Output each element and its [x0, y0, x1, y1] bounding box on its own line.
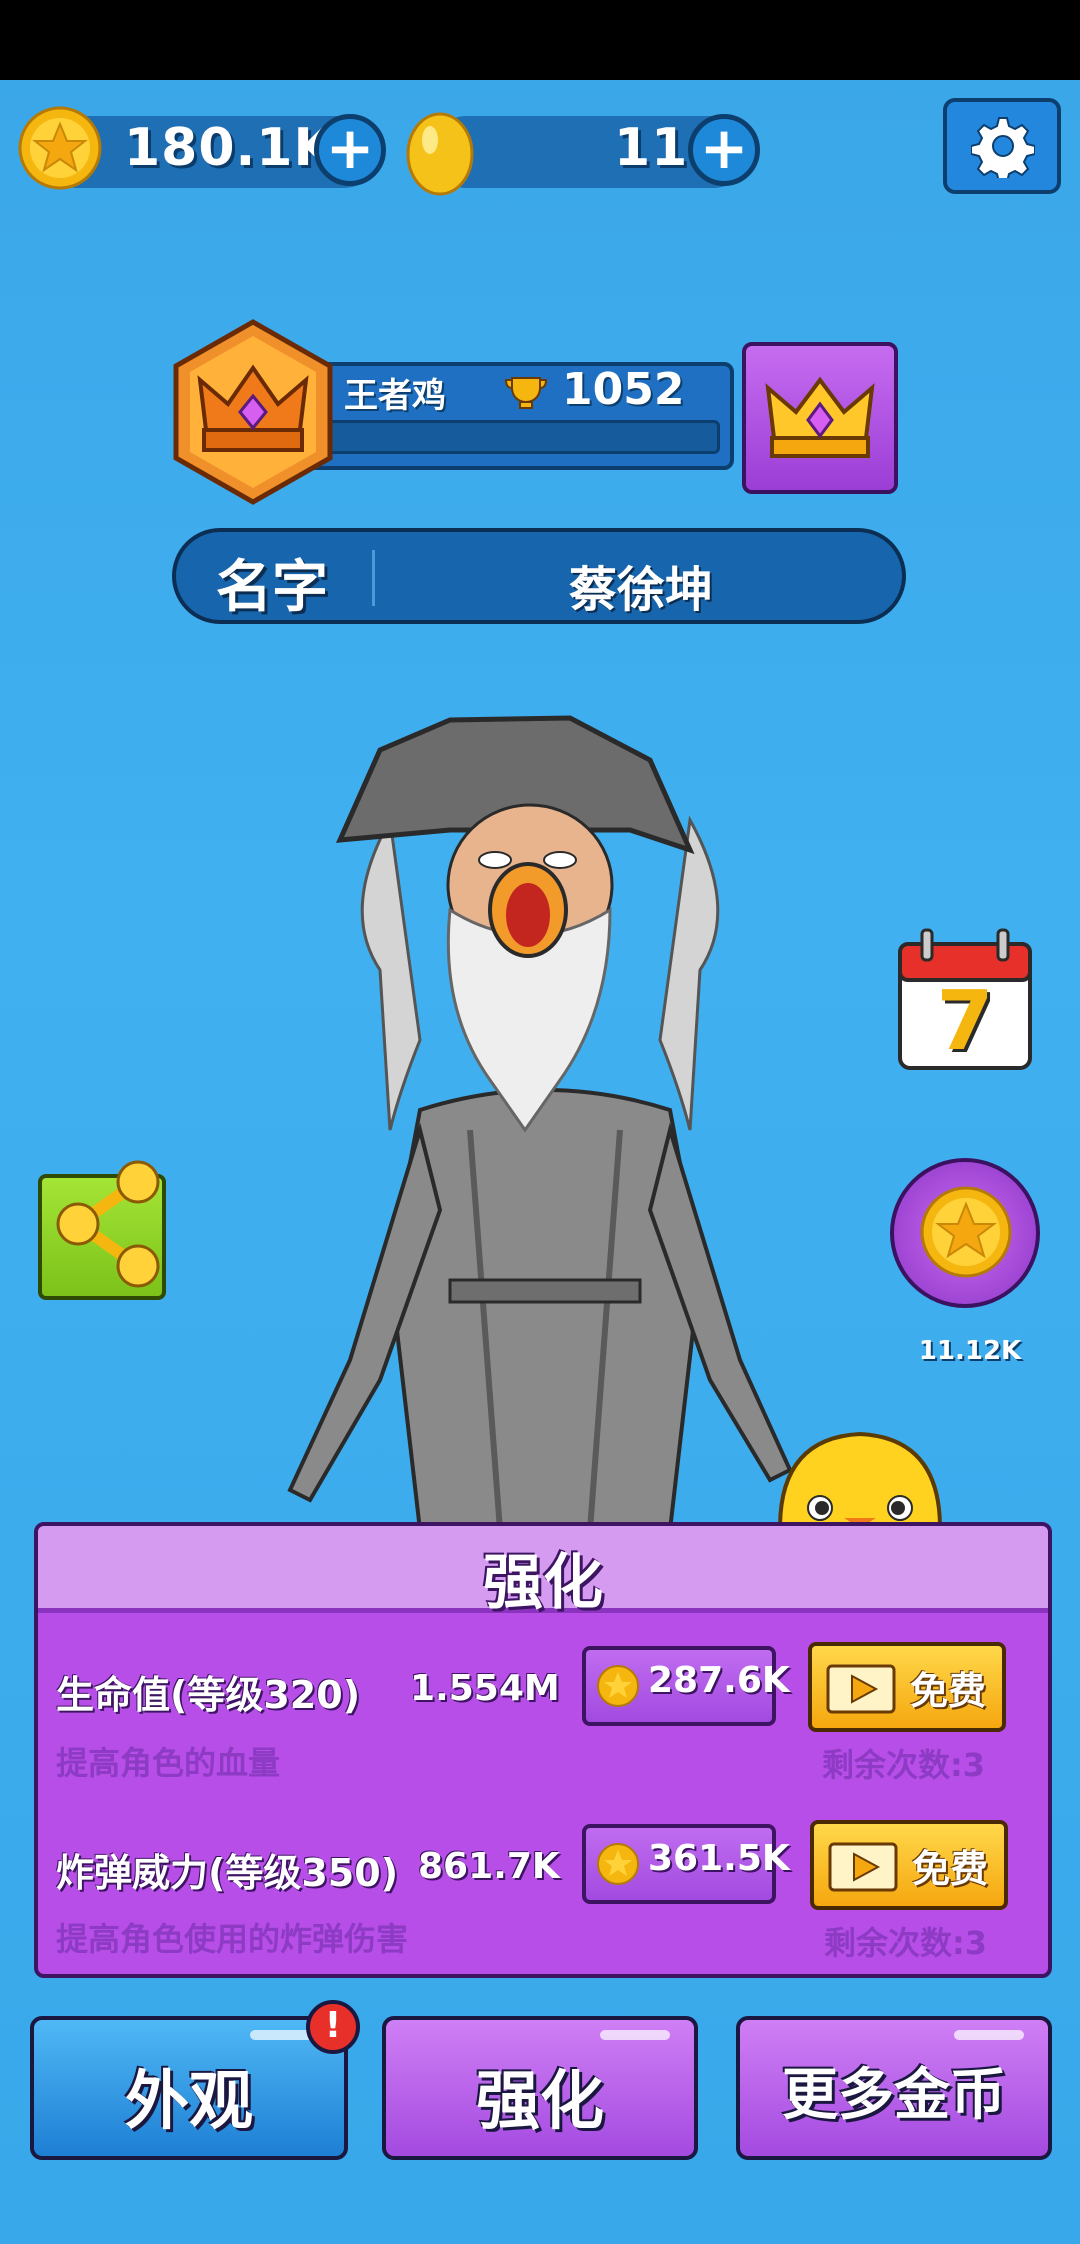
notification-alert-icon: ! — [306, 2000, 360, 2054]
upgrade-tab-button[interactable]: 强化 — [382, 2016, 698, 2160]
rank-badge-icon — [173, 319, 333, 505]
rank-name: 王者鸡 — [344, 376, 446, 416]
coin-amount: 180.1K — [124, 118, 335, 178]
more-coins-tab-button[interactable]: 更多金币 — [736, 2016, 1052, 2160]
crown-rank-button[interactable] — [742, 342, 898, 494]
name-bar[interactable]: 名字 蔡徐坤 — [172, 528, 906, 624]
hp-free-video-button[interactable]: 免费 — [808, 1642, 1006, 1732]
share-button[interactable] — [38, 1160, 166, 1300]
coin-reward-amount: 11.12K — [918, 1336, 1022, 1366]
star-coin-icon — [18, 106, 102, 190]
trophy-count: 1052 — [562, 364, 685, 415]
trophy-icon — [504, 377, 548, 409]
duck-pet — [777, 1431, 943, 1528]
hp-stat-desc: 提高角色的血量 — [56, 1744, 281, 1782]
player-level-bar: 王者鸡 1052 — [300, 362, 734, 470]
player-name: 蔡徐坤 — [568, 562, 713, 618]
appearance-tab-button[interactable]: 外观 — [30, 2016, 348, 2160]
upgrade-panel: 强化 生命值(等级320) 1.554M 提高角色的血量 287.6K 免费 剩… — [34, 1522, 1052, 1978]
bomb-free-video-button[interactable]: 免费 — [810, 1820, 1008, 1910]
coin-reward-button[interactable] — [890, 1158, 1040, 1308]
status-bar — [0, 0, 1080, 80]
bomb-remaining-count: 剩余次数:3 — [824, 1924, 988, 1962]
bomb-stat-value: 861.7K — [418, 1846, 560, 1887]
hp-remaining-count: 剩余次数:3 — [822, 1746, 986, 1784]
bomb-free-label: 免费 — [912, 1847, 989, 1891]
bomb-stat-desc: 提高角色使用的炸弹伤害 — [56, 1920, 409, 1958]
settings-button[interactable] — [943, 98, 1061, 194]
daily-calendar-button[interactable]: 7 — [896, 926, 1034, 1074]
golden-egg-icon — [406, 112, 474, 196]
hp-free-label: 免费 — [910, 1669, 987, 1713]
video-play-icon — [828, 1842, 898, 1892]
share-icon — [56, 1160, 160, 1288]
egg-amount: 11 — [614, 118, 689, 178]
hp-stat-label: 生命值(等级320) — [56, 1673, 361, 1717]
add-eggs-button[interactable]: + — [688, 114, 760, 186]
name-divider — [372, 550, 375, 606]
upgrade-tab-label: 强化 — [476, 2065, 604, 2139]
video-play-icon — [826, 1664, 896, 1714]
star-coin-icon — [920, 1186, 1012, 1278]
name-label: 名字 — [216, 555, 328, 620]
wizard-character — [287, 715, 793, 1530]
button-gloss — [954, 2030, 1024, 2040]
appearance-tab-label: 外观 — [125, 2065, 253, 2139]
hp-upgrade-button[interactable]: 287.6K — [582, 1646, 790, 1726]
bomb-upgrade-button[interactable]: 361.5K — [582, 1824, 790, 1904]
hp-upgrade-cost: 287.6K — [648, 1660, 790, 1701]
calendar-day: 7 — [936, 974, 994, 1069]
upgrade-panel-header: 强化 — [38, 1526, 1048, 1618]
star-coin-icon — [597, 1843, 639, 1885]
xp-progress-bar — [320, 420, 720, 454]
gear-icon — [971, 117, 1035, 178]
crown-icon — [765, 376, 875, 458]
add-coins-button[interactable]: + — [314, 114, 386, 186]
bomb-upgrade-cost: 361.5K — [648, 1838, 790, 1879]
upgrade-panel-title: 强化 — [483, 1548, 603, 1618]
star-coin-icon — [597, 1665, 639, 1707]
bomb-stat-label: 炸弹威力(等级350) — [56, 1851, 399, 1895]
hp-stat-value: 1.554M — [410, 1668, 560, 1709]
button-gloss — [600, 2030, 670, 2040]
more-coins-tab-label: 更多金币 — [782, 2063, 1006, 2128]
